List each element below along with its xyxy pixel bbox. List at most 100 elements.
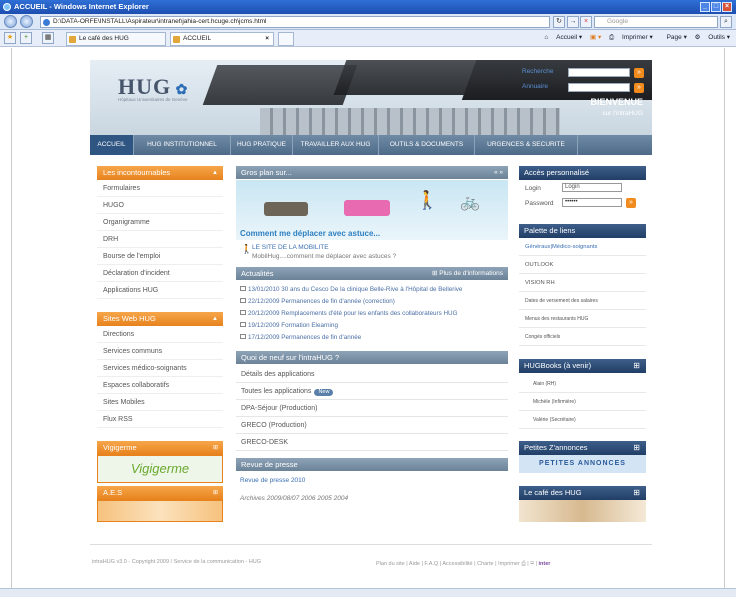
more-info-link[interactable]: ⊞ Plus de d'informations <box>432 267 503 280</box>
link-sites-mobiles[interactable]: Sites Mobiles <box>97 394 223 411</box>
aes-banner-image[interactable] <box>97 500 223 522</box>
feeds-icon[interactable]: ▣ ▾ <box>590 34 601 41</box>
login-input[interactable]: Login <box>562 183 622 192</box>
link-dpa-sejour[interactable]: DPA-Séjour (Production) <box>236 400 508 417</box>
tab-list-icon[interactable]: ▦ <box>42 32 54 44</box>
archives-links[interactable]: Archives 2009/08/07 2006 2005 2004 <box>240 495 348 502</box>
link-services-communs[interactable]: Services communs <box>97 343 223 360</box>
link-declaration-incident[interactable]: Déclaration d'incident <box>97 265 223 282</box>
go-icon[interactable]: → <box>567 16 579 28</box>
address-bar[interactable]: D:\DATA-ORFE\INSTALL\Aspirateur\intranet… <box>40 16 550 28</box>
favorites-star-icon[interactable]: ★ <box>4 32 16 44</box>
command-bar: ⌂ Accueil ▾ ▣ ▾ ⎙ Imprimer ▾ Page ▾ ⚙ Ou… <box>538 33 730 43</box>
site-search-input[interactable] <box>568 68 630 77</box>
back-button[interactable] <box>4 15 17 28</box>
mobility-site-link[interactable]: LE SITE DE LA MOBILITE <box>252 244 329 251</box>
tab-cafe[interactable]: Le café des HUG <box>66 32 166 46</box>
banner-title[interactable]: Comment me déplacer avec astuce... <box>240 229 380 238</box>
link-directions[interactable]: Directions <box>97 326 223 343</box>
nav-hug-pratique[interactable]: HUG PRATIQUE <box>231 135 293 155</box>
close-tab-icon[interactable]: × <box>265 33 269 45</box>
link-espaces-collaboratifs[interactable]: Espaces collaboratifs <box>97 377 223 394</box>
news-item[interactable]: 22/12/2009 Permanences de fin d'année (c… <box>240 298 395 305</box>
annuaire-input[interactable] <box>568 83 630 92</box>
palette-tabs[interactable]: Généraux|Médico-soignants <box>519 238 646 256</box>
vigigerme-header[interactable]: Vigigerme ⊞ <box>97 441 223 455</box>
tab-accueil[interactable]: ACCUEIL × <box>170 32 274 46</box>
link-hugo[interactable]: HUGO <box>97 197 223 214</box>
aes-header[interactable]: A.E.S ⊞ <box>97 486 223 500</box>
expand-plus-icon[interactable]: ⊞ <box>633 486 640 500</box>
news-item[interactable]: 20/12/2009 Remplacements d'été pour les … <box>240 310 457 317</box>
nav-travailler[interactable]: TRAVAILLER AUX HUG <box>293 135 379 155</box>
tools-menu[interactable]: ⚙ Outils ▾ <box>695 34 730 41</box>
tab-label: ACCUEIL <box>183 35 212 42</box>
incontournables-header[interactable]: Les incontournables ▲ <box>97 166 223 180</box>
annonces-title: Petites Z'annonces <box>524 443 588 452</box>
refresh-icon[interactable]: ↻ <box>553 16 565 28</box>
news-text: 22/12/2009 Permanences de fin d'année (c… <box>248 298 395 305</box>
news-item[interactable]: 13/01/2010 30 ans du Cesco De la cliniqu… <box>240 286 462 293</box>
link-outlook[interactable]: OUTLOOK <box>519 256 646 274</box>
expand-plus-icon[interactable]: ⊞ <box>633 359 640 373</box>
close-button[interactable]: × <box>722 2 732 12</box>
vigigerme-logo[interactable]: Vigigerme <box>97 455 223 483</box>
expand-plus-icon[interactable]: ⊞ <box>633 441 640 455</box>
expand-plus-icon[interactable]: ⊞ <box>213 486 218 500</box>
nav-accueil[interactable]: ACCUEIL <box>90 135 134 155</box>
book-alain[interactable]: Alain (RH) <box>519 375 646 393</box>
browser-search-input[interactable]: Google <box>594 16 718 28</box>
stop-icon[interactable]: × <box>580 16 592 28</box>
page-menu[interactable]: Page ▾ <box>661 34 687 41</box>
sites-web-header[interactable]: Sites Web HUG ▲ <box>97 312 223 326</box>
link-conges-officiels[interactable]: Congés officiels <box>519 328 646 346</box>
bicycle-icon: 🚲 <box>460 194 480 211</box>
link-bourse-emploi[interactable]: Bourse de l'emploi <box>97 248 223 265</box>
maximize-button[interactable]: □ <box>711 2 721 12</box>
print-icon[interactable]: ⎙ <box>521 561 525 567</box>
book-michele[interactable]: Michèle (Infirmière) <box>519 393 646 411</box>
nav-outils-documents[interactable]: OUTILS & DOCUMENTS <box>379 135 475 155</box>
collapse-arrow-icon[interactable]: ▲ <box>212 312 218 326</box>
search-go-button[interactable]: » <box>634 68 644 78</box>
link-menus-restaurants[interactable]: Menus des restaurants HUG <box>519 310 646 328</box>
ie-icon <box>3 3 11 11</box>
login-go-button[interactable]: » <box>626 198 636 208</box>
nav-urgences[interactable]: URGENCES & SECURITE <box>475 135 578 155</box>
carousel-arrows[interactable]: « » <box>494 166 503 179</box>
minimize-button[interactable]: _ <box>700 2 710 12</box>
collapse-arrow-icon[interactable]: ▲ <box>212 166 218 180</box>
search-icon[interactable]: ⌕ <box>720 16 732 28</box>
home-button[interactable]: ⌂ Accueil ▾ <box>544 34 582 41</box>
new-tab-button[interactable] <box>278 32 294 46</box>
link-flux-rss[interactable]: Flux RSS <box>97 411 223 428</box>
nav-hug-institutionnel[interactable]: HUG INSTITUTIONNEL <box>134 135 231 155</box>
link-toutes-applications[interactable]: Toutes les applications New <box>236 383 508 400</box>
link-applications-hug[interactable]: Applications HUG <box>97 282 223 299</box>
footer-links[interactable]: Plan du site | Aide | F.A.Q | Accessibil… <box>376 561 550 568</box>
link-formulaires[interactable]: Formulaires <box>97 180 223 197</box>
cafe-banner-image[interactable] <box>519 500 646 522</box>
book-valerie[interactable]: Valérie (Secrétaire) <box>519 411 646 429</box>
password-input[interactable]: •••••• <box>562 198 622 207</box>
email-icon[interactable]: ✉ <box>530 561 534 567</box>
print-button[interactable]: ⎙ Imprimer ▾ <box>609 34 653 41</box>
link-dates-versement[interactable]: Dates de versement des salaires <box>519 292 646 310</box>
annonces-banner[interactable]: PETITES ANNONCES <box>519 455 646 473</box>
link-organigramme[interactable]: Organigramme <box>97 214 223 231</box>
link-services-medico[interactable]: Services médico-soignants <box>97 360 223 377</box>
status-bar <box>0 588 736 597</box>
link-greco[interactable]: GRECO (Production) <box>236 417 508 434</box>
link-drh[interactable]: DRH <box>97 231 223 248</box>
forward-button[interactable] <box>20 15 33 28</box>
revue-presse-link[interactable]: Revue de presse 2010 <box>240 477 305 484</box>
link-greco-desk[interactable]: GRECO-DESK <box>236 434 508 451</box>
news-item[interactable]: 19/12/2009 Formation Elearning <box>240 322 338 329</box>
expand-plus-icon[interactable]: ⊞ <box>213 441 218 455</box>
link-vision-rh[interactable]: VISION RH <box>519 274 646 292</box>
annuaire-go-button[interactable]: » <box>634 83 644 93</box>
news-item[interactable]: 17/12/2009 Permanences de fin d'année <box>240 334 361 341</box>
add-favorite-icon[interactable]: + <box>20 32 32 44</box>
footer-brand[interactable]: inter <box>539 561 551 567</box>
link-details-applications[interactable]: Détails des applications <box>236 366 508 383</box>
